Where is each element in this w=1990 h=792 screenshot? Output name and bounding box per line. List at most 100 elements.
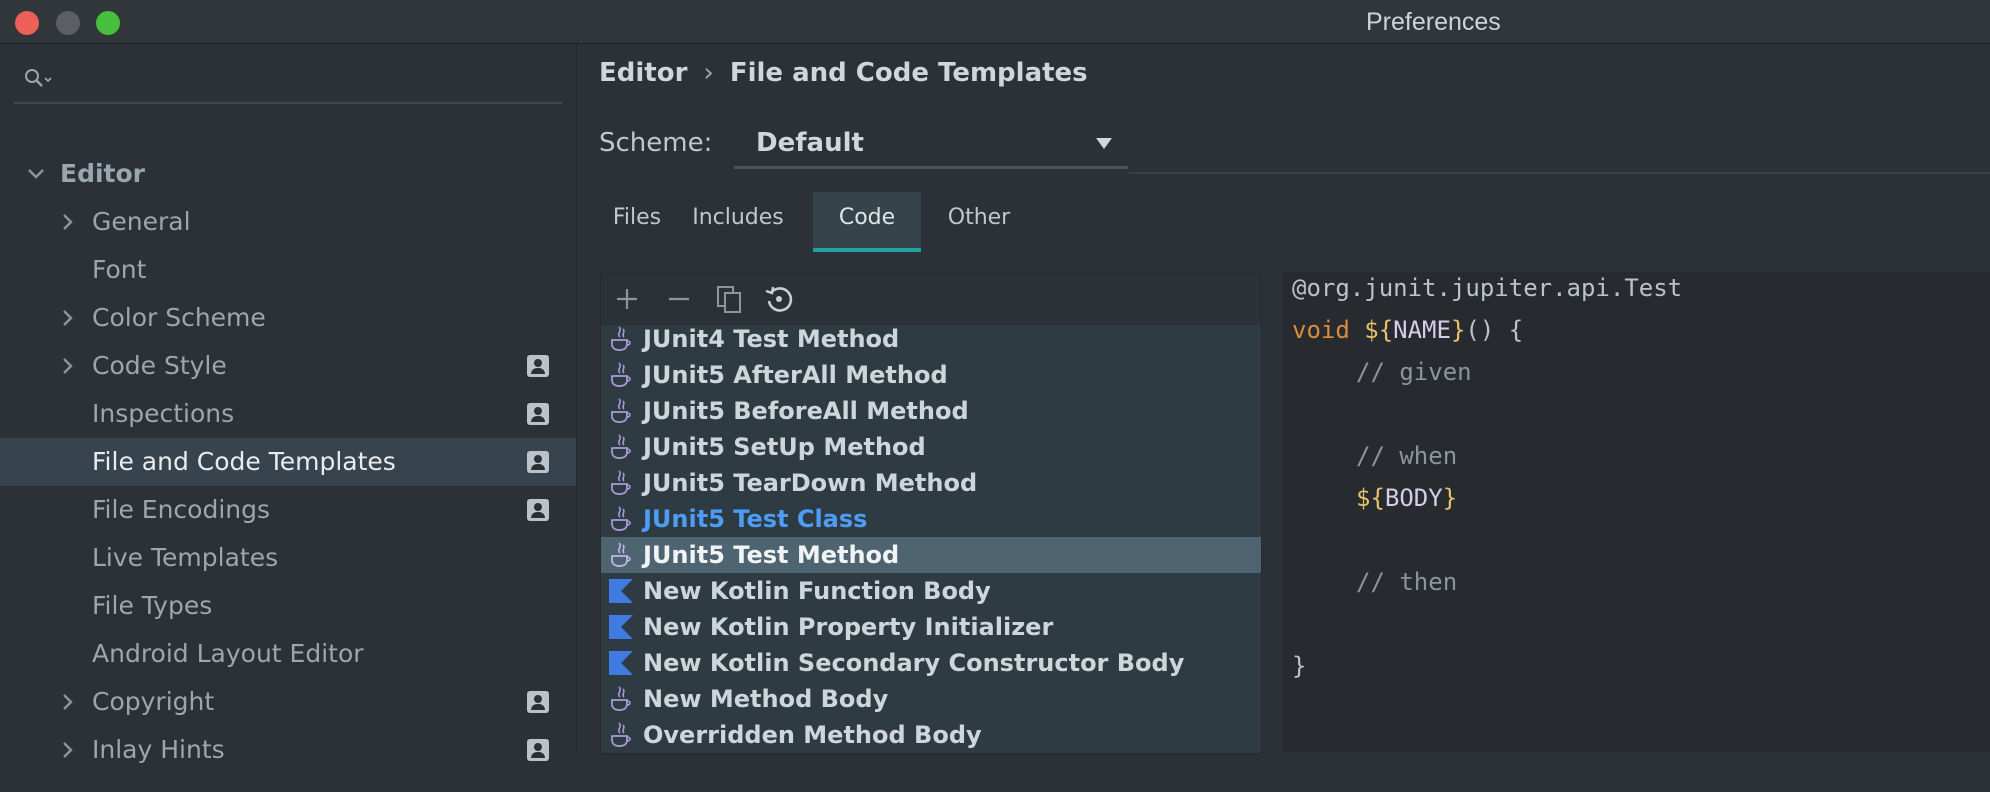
kotlin-icon — [607, 649, 635, 677]
sidebar-item-copyright[interactable]: Copyright — [0, 678, 576, 726]
list-item[interactable]: JUnit5 SetUp Method — [601, 429, 1261, 465]
java-icon — [607, 361, 635, 389]
sidebar-item-live-templates[interactable]: Live Templates — [0, 534, 576, 582]
template-name: JUnit5 Test Method — [643, 541, 900, 569]
chevron-right-icon[interactable] — [60, 726, 76, 792]
java-icon — [607, 505, 635, 533]
scheme-label: Scheme: — [599, 128, 713, 158]
list-item[interactable]: JUnit5 TearDown Method — [601, 465, 1261, 501]
reset-icon[interactable] — [763, 283, 795, 315]
list-item[interactable]: JUnit5 AfterAll Method — [601, 357, 1261, 393]
sidebar-item-color-scheme[interactable]: Color Scheme — [0, 294, 576, 342]
java-icon — [607, 397, 635, 425]
code-var-open: ${ — [1364, 316, 1394, 344]
close-window-button[interactable] — [15, 11, 39, 35]
code-comment-when: // when — [1356, 442, 1458, 470]
sidebar-item-inlay-hints[interactable]: Inlay Hints — [0, 726, 576, 774]
java-icon — [607, 721, 635, 749]
sidebar-item-inspections[interactable]: Inspections — [0, 390, 576, 438]
template-name: JUnit5 AfterAll Method — [643, 361, 948, 389]
sidebar-item-editor[interactable]: Editor — [0, 150, 576, 198]
sidebar-item-label: File and Code Templates — [92, 447, 396, 476]
add-icon[interactable] — [611, 283, 643, 315]
template-code-editor[interactable]: @org.junit.jupiter.api.Test void ${NAME}… — [1283, 272, 1990, 752]
sidebar-item-label: Color Scheme — [92, 303, 266, 332]
code-var-open: ${ — [1356, 484, 1385, 512]
settings-sidebar: Editor General Font Color Scheme Code St… — [0, 44, 577, 764]
sidebar-item-label: General — [92, 207, 191, 236]
tab-includes[interactable]: Includes — [683, 192, 793, 248]
scheme-dropdown[interactable]: Default — [734, 122, 1128, 169]
code-var-body: BODY — [1384, 484, 1443, 512]
java-icon — [607, 541, 635, 569]
template-name: JUnit5 SetUp Method — [643, 433, 926, 461]
minimize-window-button[interactable] — [56, 11, 80, 35]
code-close-brace: } — [1292, 652, 1307, 680]
code-var-close: } — [1442, 484, 1458, 512]
project-settings-icon — [527, 739, 549, 761]
template-name: New Kotlin Property Initializer — [643, 613, 1054, 641]
tab-other[interactable]: Other — [939, 192, 1019, 248]
list-item[interactable]: JUnit5 Test Method — [601, 537, 1261, 573]
sidebar-item-label: Font — [92, 255, 147, 284]
sidebar-item-file-types[interactable]: File Types — [0, 582, 576, 630]
copy-icon[interactable] — [713, 283, 745, 315]
template-name: JUnit5 BeforeAll Method — [643, 397, 969, 425]
list-item[interactable]: New Kotlin Property Initializer — [601, 609, 1261, 645]
sidebar-item-label: File Encodings — [92, 495, 271, 524]
java-icon — [607, 325, 635, 353]
list-item[interactable]: Overridden Method Body — [601, 717, 1261, 753]
breadcrumb-separator: › — [703, 58, 714, 88]
sidebar-item-android-layout-editor[interactable]: Android Layout Editor — [0, 630, 576, 678]
project-settings-icon — [527, 691, 549, 713]
settings-search[interactable] — [14, 56, 562, 104]
sidebar-item-file-encodings[interactable]: File Encodings — [0, 486, 576, 534]
java-icon — [607, 685, 635, 713]
template-name: JUnit5 TearDown Method — [643, 469, 978, 497]
title-bar: Preferences — [0, 0, 1990, 44]
template-name: New Kotlin Function Body — [643, 577, 991, 605]
java-icon — [607, 469, 635, 497]
project-settings-icon — [527, 451, 549, 473]
breadcrumb: Editor › File and Code Templates — [599, 58, 1088, 88]
kotlin-icon — [607, 613, 635, 641]
template-name: JUnit5 Test Class — [643, 505, 868, 533]
breadcrumb-parent[interactable]: Editor — [599, 58, 687, 88]
maximize-window-button[interactable] — [96, 11, 120, 35]
sidebar-item-file-and-code-templates[interactable]: File and Code Templates — [0, 438, 576, 486]
code-var-close: } — [1450, 316, 1466, 344]
search-icon — [24, 68, 54, 94]
project-settings-icon — [527, 499, 549, 521]
sidebar-item-label: Code Style — [92, 351, 227, 380]
template-name: Overridden Method Body — [643, 721, 982, 749]
kotlin-icon — [607, 577, 635, 605]
search-input[interactable] — [62, 62, 546, 96]
list-item[interactable]: JUnit5 Test Class — [601, 501, 1261, 537]
code-comment-given: // given — [1356, 358, 1472, 386]
sidebar-item-label: Inlay Hints — [92, 735, 225, 764]
sidebar-item-label: Android Layout Editor — [92, 639, 364, 668]
code-line-annotation: @org.junit.jupiter.api.Test — [1292, 274, 1683, 302]
list-item[interactable]: New Kotlin Secondary Constructor Body — [601, 645, 1261, 681]
list-item[interactable]: JUnit5 BeforeAll Method — [601, 393, 1261, 429]
remove-icon[interactable] — [663, 283, 695, 315]
sidebar-item-label: Editor — [60, 159, 145, 188]
list-item[interactable]: JUnit4 Test Method — [601, 325, 1261, 357]
list-item[interactable]: New Kotlin Function Body — [601, 573, 1261, 609]
sidebar-item-code-style[interactable]: Code Style — [0, 342, 576, 390]
tab-files[interactable]: Files — [599, 192, 675, 248]
sidebar-item-font[interactable]: Font — [0, 246, 576, 294]
tab-code[interactable]: Code — [813, 192, 921, 252]
template-name: JUnit4 Test Method — [643, 325, 900, 353]
sidebar-item-label: File Types — [92, 591, 213, 620]
java-icon — [607, 433, 635, 461]
code-line-body: ${BODY} — [1356, 484, 1457, 512]
project-settings-icon — [527, 355, 549, 377]
divider — [1129, 172, 1990, 174]
settings-content: Editor › File and Code Templates Scheme: D… — [577, 44, 1990, 754]
sidebar-item-label: Copyright — [92, 687, 215, 716]
template-name: New Method Body — [643, 685, 889, 713]
list-item[interactable]: New Method Body — [601, 681, 1261, 717]
sidebar-item-general[interactable]: General — [0, 198, 576, 246]
template-list: JUnit4 Test Method JUnit5 AfterAll Metho… — [601, 325, 1261, 753]
